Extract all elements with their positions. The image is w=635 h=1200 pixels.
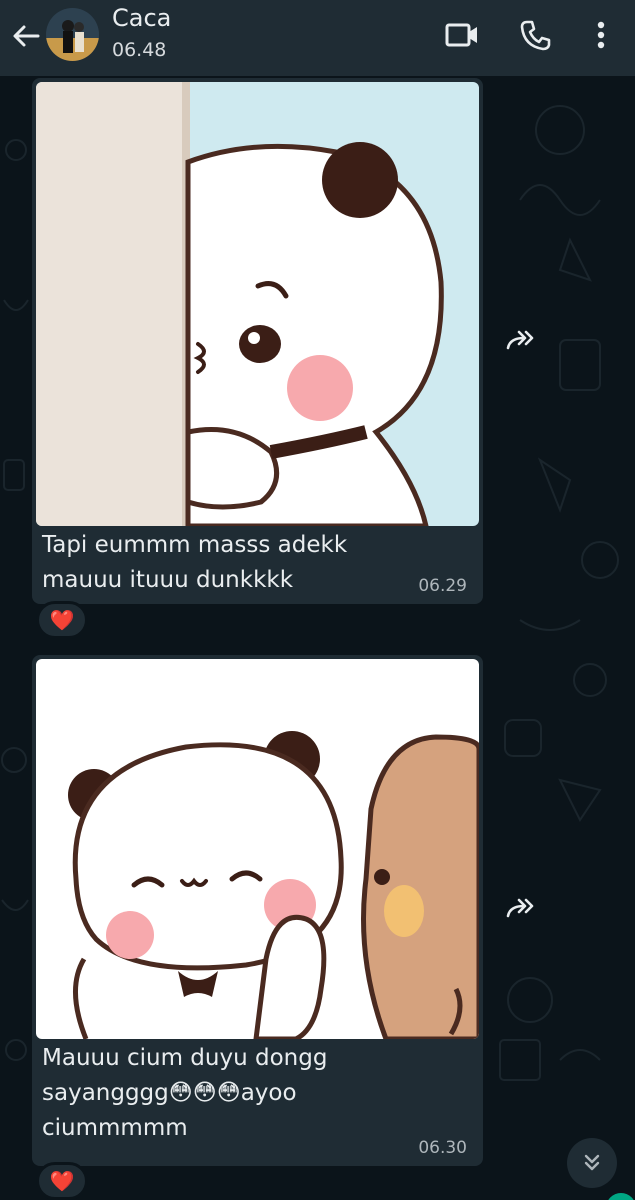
message-bubble[interactable]: Mauuu cium duyu dongg sayangggg😳😳😳ayoo c… [32, 655, 483, 1166]
panda-peeking-sticker[interactable] [36, 82, 479, 526]
heart-reaction[interactable]: ❤️ [36, 601, 88, 639]
phone-icon[interactable] [519, 18, 553, 52]
chat-screen: Caca 06.48 Tapi eummm masss adekk mauuu … [0, 0, 635, 1200]
contact-avatar[interactable] [46, 8, 99, 61]
heart-reaction[interactable]: ❤️ [36, 1162, 88, 1200]
message-time: 06.30 [418, 1138, 467, 1158]
chat-header: Caca 06.48 [0, 0, 635, 76]
message-caption: Tapi eummm masss adekk mauuu ituuu dunkk… [42, 532, 348, 593]
back-arrow-icon[interactable] [10, 22, 42, 50]
heart-icon: ❤️ [49, 608, 75, 632]
message-bubble[interactable]: Tapi eummm masss adekk mauuu ituuu dunkk… [32, 78, 483, 604]
video-call-icon[interactable] [444, 18, 480, 52]
forward-icon[interactable] [499, 886, 543, 930]
panda-and-bear-sticker[interactable] [36, 659, 479, 1039]
last-seen-status: 06.48 [112, 39, 167, 61]
message-time: 06.29 [418, 576, 467, 596]
message-caption: Mauuu cium duyu dongg sayangggg😳😳😳ayoo c… [42, 1045, 328, 1141]
scroll-to-bottom-button[interactable] [567, 1138, 617, 1188]
double-chevron-down-icon [584, 1154, 600, 1171]
contact-name[interactable]: Caca [112, 4, 171, 32]
forward-icon[interactable] [499, 318, 543, 362]
heart-icon: ❤️ [49, 1169, 75, 1193]
more-options-icon[interactable] [590, 18, 612, 52]
